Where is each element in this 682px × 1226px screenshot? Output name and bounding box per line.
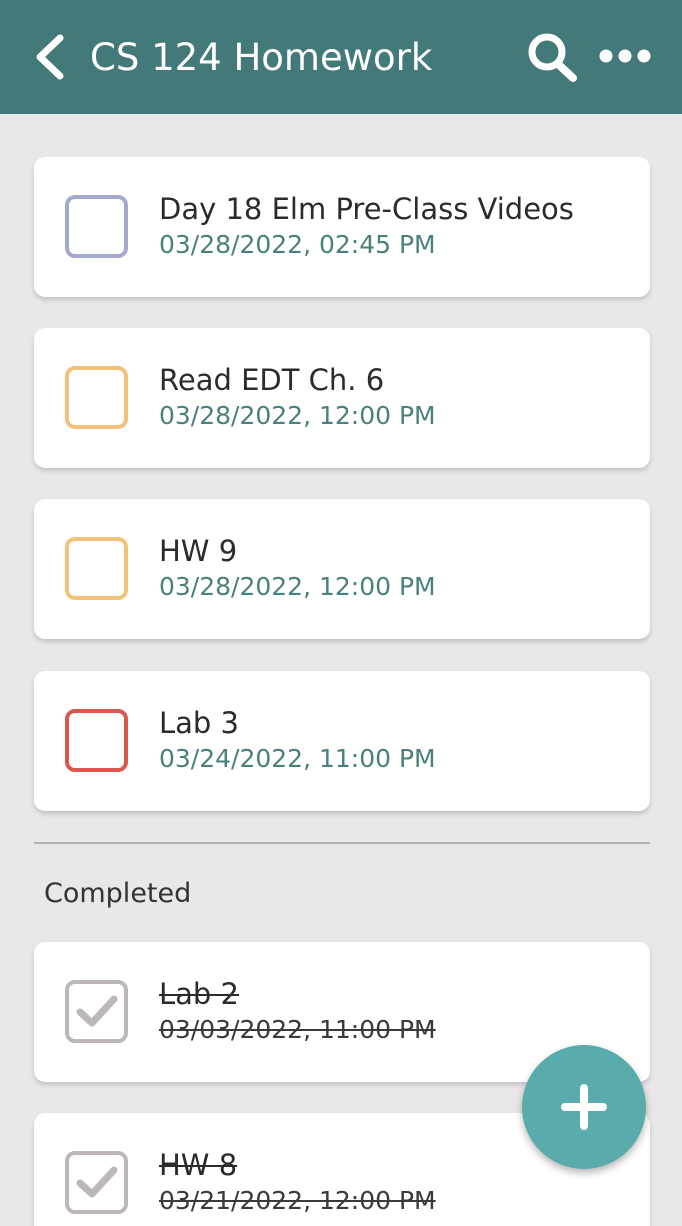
task-title: Lab 3 — [159, 706, 240, 740]
task-title: Lab 2 — [159, 977, 240, 1011]
task-title: HW 8 — [159, 1148, 238, 1182]
task-checkbox[interactable] — [65, 709, 128, 772]
task-card[interactable]: Day 18 Elm Pre-Class Videos 03/28/2022, … — [34, 157, 650, 297]
task-checkbox[interactable] — [65, 195, 128, 258]
task-due-date: 03/24/2022, 11:00 PM — [159, 744, 436, 773]
task-title: Read EDT Ch. 6 — [159, 363, 385, 397]
task-card[interactable]: HW 9 03/28/2022, 12:00 PM — [34, 499, 650, 639]
task-card[interactable]: Lab 3 03/24/2022, 11:00 PM — [34, 671, 650, 811]
plus-icon — [561, 1084, 607, 1130]
more-options-button[interactable] — [598, 38, 652, 74]
add-task-button[interactable] — [522, 1045, 646, 1169]
completed-section-label: Completed — [44, 878, 192, 909]
page-title: CS 124 Homework — [90, 36, 433, 79]
task-due-date: 03/28/2022, 12:00 PM — [159, 572, 436, 601]
back-button[interactable] — [30, 32, 72, 82]
app-header: CS 124 Homework — [0, 0, 682, 114]
task-due-date: 03/28/2022, 12:00 PM — [159, 401, 436, 430]
task-due-date: 03/28/2022, 02:45 PM — [159, 230, 436, 259]
task-title: HW 9 — [159, 534, 238, 568]
section-divider — [34, 842, 650, 844]
task-card[interactable]: Read EDT Ch. 6 03/28/2022, 12:00 PM — [34, 328, 650, 468]
task-checkbox-checked[interactable] — [65, 1151, 128, 1214]
search-icon — [528, 33, 577, 82]
chevron-left-icon — [36, 34, 64, 80]
checkmark-icon — [76, 995, 118, 1027]
task-due-date: 03/03/2022, 11:00 PM — [159, 1015, 436, 1044]
checkmark-icon — [76, 1166, 118, 1198]
task-title: Day 18 Elm Pre-Class Videos — [159, 192, 574, 226]
task-checkbox[interactable] — [65, 537, 128, 600]
app-screen: CS 124 Homework Day 18 Elm Pre-Class Vid… — [0, 0, 682, 1226]
search-button[interactable] — [524, 30, 580, 86]
more-horizontal-icon — [599, 49, 651, 63]
task-checkbox[interactable] — [65, 366, 128, 429]
task-checkbox-checked[interactable] — [65, 980, 128, 1043]
task-due-date: 03/21/2022, 12:00 PM — [159, 1186, 436, 1215]
